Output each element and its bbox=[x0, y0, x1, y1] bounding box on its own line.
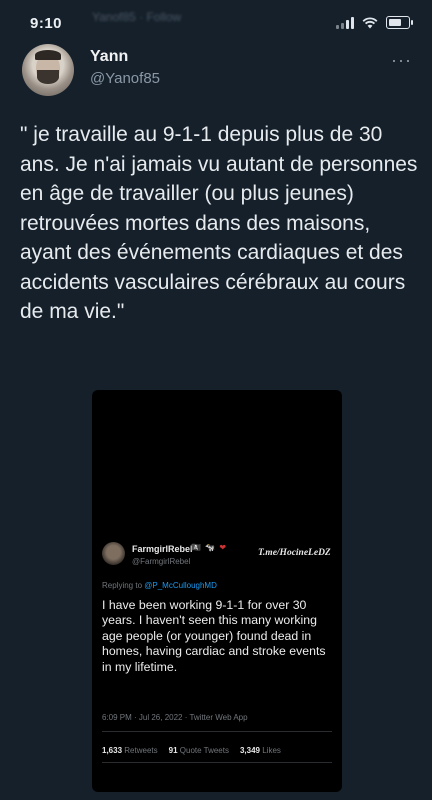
replying-to-link: @P_McCulloughMD bbox=[144, 581, 217, 590]
status-bar: 9:10 Yanof85 · Follow bbox=[0, 0, 432, 40]
embedded-stats: 1,633 Retweets 91 Quote Tweets 3,349 Lik… bbox=[102, 746, 281, 755]
stat-likes: 3,349 Likes bbox=[239, 746, 281, 755]
stat-retweets: 1,633 Retweets bbox=[102, 746, 158, 755]
divider bbox=[102, 762, 332, 763]
embedded-author-handle: @FarmgirlRebel bbox=[132, 557, 191, 566]
embedded-tweet-meta: 6:09 PM · Jul 26, 2022 · Twitter Web App bbox=[102, 713, 248, 722]
status-time: 9:10 bbox=[30, 15, 63, 32]
tweet-text: " je travaille au 9-1-1 depuis plus de 3… bbox=[20, 123, 418, 323]
wifi-icon bbox=[362, 16, 378, 28]
embedded-emojis: 🏴‍☠️ 🐄 ❤ bbox=[191, 543, 228, 552]
author-handle[interactable]: @Yanof85 bbox=[90, 70, 160, 87]
tweet-header: Yann @Yanof85 ··· bbox=[22, 44, 412, 104]
stat-quote-tweets: 91 Quote Tweets bbox=[168, 746, 229, 755]
battery-icon bbox=[386, 16, 413, 29]
embedded-tweet-text: I have been working 9-1-1 for over 30 ye… bbox=[102, 598, 326, 674]
watermark: T.me/HocineLeDZ bbox=[258, 548, 331, 558]
embedded-author-name: FarmgirlRebel bbox=[132, 544, 193, 554]
blurred-header-text: Yanof85 · Follow bbox=[92, 10, 182, 24]
more-options-icon[interactable]: ··· bbox=[391, 50, 412, 71]
signal-icon bbox=[336, 16, 354, 29]
author-name[interactable]: Yann bbox=[90, 48, 128, 66]
author-avatar[interactable] bbox=[22, 44, 74, 96]
divider bbox=[102, 731, 332, 732]
status-icons bbox=[336, 16, 413, 29]
replying-prefix: Replying to bbox=[102, 581, 143, 590]
replying-to: Replying to @P_McCulloughMD bbox=[102, 581, 217, 590]
embedded-avatar bbox=[102, 542, 125, 565]
battery-fill bbox=[389, 19, 401, 26]
embedded-screenshot[interactable]: FarmgirlRebel 🏴‍☠️ 🐄 ❤ @FarmgirlRebel T.… bbox=[92, 390, 342, 792]
